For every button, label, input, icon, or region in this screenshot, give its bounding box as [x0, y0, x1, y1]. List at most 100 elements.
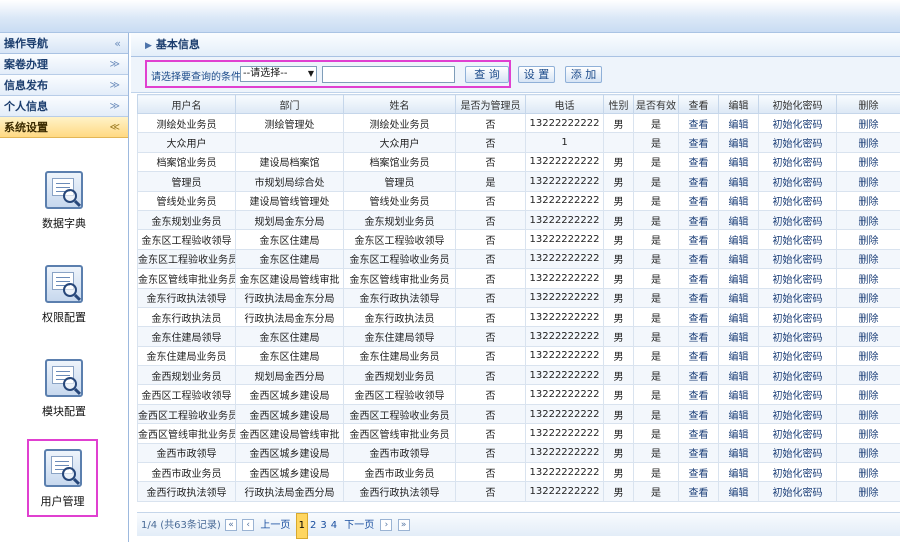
edit-link[interactable]: 编辑 — [718, 462, 759, 483]
edit-link[interactable]: 编辑 — [718, 403, 759, 425]
delete-link[interactable]: 删除 — [836, 268, 900, 289]
reset-password-link[interactable]: 初始化密码 — [758, 403, 837, 425]
reset-password-link[interactable]: 初始化密码 — [758, 365, 837, 386]
page-number-link[interactable]: 1 — [295, 513, 308, 539]
reset-password-link[interactable]: 初始化密码 — [758, 132, 837, 153]
sidebar-item-settings[interactable]: 系统设置 ≪ — [0, 117, 128, 138]
prev-page-link[interactable]: 上一页 — [258, 514, 292, 538]
edit-link[interactable]: 编辑 — [718, 209, 759, 231]
delete-link[interactable]: 删除 — [836, 423, 900, 444]
view-link[interactable]: 查看 — [678, 209, 719, 231]
page-number-link[interactable]: 4 — [329, 514, 339, 538]
edit-link[interactable]: 编辑 — [718, 326, 759, 347]
edit-link[interactable]: 编辑 — [718, 132, 759, 153]
delete-link[interactable]: 删除 — [836, 190, 900, 211]
reset-password-link[interactable]: 初始化密码 — [758, 423, 837, 444]
view-link[interactable]: 查看 — [678, 287, 719, 308]
delete-link[interactable]: 删除 — [836, 132, 900, 153]
add-button[interactable]: 添 加 — [565, 66, 602, 83]
sidebar-item-cases[interactable]: 案卷办理 ≫ — [0, 54, 128, 75]
reset-password-link[interactable]: 初始化密码 — [758, 229, 837, 250]
edit-link[interactable]: 编辑 — [718, 112, 759, 134]
view-link[interactable]: 查看 — [678, 190, 719, 211]
delete-link[interactable]: 删除 — [836, 112, 900, 134]
edit-link[interactable]: 编辑 — [718, 171, 759, 192]
reset-password-link[interactable]: 初始化密码 — [758, 287, 837, 308]
view-link[interactable]: 查看 — [678, 365, 719, 386]
edit-link[interactable]: 编辑 — [718, 287, 759, 308]
reset-password-link[interactable]: 初始化密码 — [758, 209, 837, 231]
reset-password-link[interactable]: 初始化密码 — [758, 345, 837, 367]
delete-link[interactable]: 删除 — [836, 209, 900, 231]
reset-password-link[interactable]: 初始化密码 — [758, 462, 837, 483]
reset-password-link[interactable]: 初始化密码 — [758, 442, 837, 464]
reset-password-link[interactable]: 初始化密码 — [758, 190, 837, 211]
delete-link[interactable]: 删除 — [836, 345, 900, 367]
reset-password-link[interactable]: 初始化密码 — [758, 481, 837, 502]
delete-link[interactable]: 删除 — [836, 326, 900, 347]
view-link[interactable]: 查看 — [678, 151, 719, 173]
view-link[interactable]: 查看 — [678, 423, 719, 444]
edit-link[interactable]: 编辑 — [718, 384, 759, 405]
edit-link[interactable]: 编辑 — [718, 423, 759, 444]
view-link[interactable]: 查看 — [678, 229, 719, 250]
view-link[interactable]: 查看 — [678, 462, 719, 483]
delete-link[interactable]: 删除 — [836, 171, 900, 192]
tool-user-management[interactable]: 用户管理 — [27, 439, 98, 517]
edit-link[interactable]: 编辑 — [718, 190, 759, 211]
edit-link[interactable]: 编辑 — [718, 345, 759, 367]
next-page-button[interactable]: › — [380, 519, 393, 531]
delete-link[interactable]: 删除 — [836, 287, 900, 308]
edit-link[interactable]: 编辑 — [718, 442, 759, 464]
edit-link[interactable]: 编辑 — [718, 151, 759, 173]
delete-link[interactable]: 删除 — [836, 384, 900, 405]
view-link[interactable]: 查看 — [678, 481, 719, 502]
collapse-icon[interactable]: « — [114, 33, 121, 54]
edit-link[interactable]: 编辑 — [718, 481, 759, 502]
reset-password-link[interactable]: 初始化密码 — [758, 268, 837, 289]
view-link[interactable]: 查看 — [678, 345, 719, 367]
tool-permissions[interactable]: 权限配置 — [24, 265, 104, 325]
page-number-link[interactable]: 3 — [318, 514, 328, 538]
reset-button[interactable]: 设 置 — [518, 66, 555, 83]
view-link[interactable]: 查看 — [678, 268, 719, 289]
next-page-link[interactable]: 下一页 — [342, 514, 376, 538]
edit-link[interactable]: 编辑 — [718, 248, 759, 270]
last-page-button[interactable]: » — [397, 519, 410, 531]
edit-link[interactable]: 编辑 — [718, 306, 759, 328]
delete-link[interactable]: 删除 — [836, 365, 900, 386]
first-page-button[interactable]: « — [225, 519, 237, 531]
edit-link[interactable]: 编辑 — [718, 268, 759, 289]
reset-password-link[interactable]: 初始化密码 — [758, 384, 837, 405]
sidebar-item-profile[interactable]: 个人信息 ≫ — [0, 96, 128, 117]
delete-link[interactable]: 删除 — [836, 442, 900, 464]
view-link[interactable]: 查看 — [678, 112, 719, 134]
query-button[interactable]: 查 询 — [465, 66, 509, 83]
view-link[interactable]: 查看 — [678, 306, 719, 328]
condition-select[interactable]: --请选择-- ▼ — [240, 66, 317, 82]
reset-password-link[interactable]: 初始化密码 — [758, 112, 837, 134]
view-link[interactable]: 查看 — [678, 403, 719, 425]
delete-link[interactable]: 删除 — [836, 248, 900, 270]
reset-password-link[interactable]: 初始化密码 — [758, 171, 837, 192]
reset-password-link[interactable]: 初始化密码 — [758, 151, 837, 173]
delete-link[interactable]: 删除 — [836, 306, 900, 328]
view-link[interactable]: 查看 — [678, 248, 719, 270]
delete-link[interactable]: 删除 — [836, 151, 900, 173]
edit-link[interactable]: 编辑 — [718, 229, 759, 250]
tool-data-dictionary[interactable]: 数据字典 — [24, 171, 104, 231]
reset-password-link[interactable]: 初始化密码 — [758, 248, 837, 270]
page-number-link[interactable]: 2 — [308, 514, 318, 538]
delete-link[interactable]: 删除 — [836, 229, 900, 250]
prev-page-button[interactable]: ‹ — [242, 519, 255, 531]
delete-link[interactable]: 删除 — [836, 462, 900, 483]
reset-password-link[interactable]: 初始化密码 — [758, 306, 837, 328]
view-link[interactable]: 查看 — [678, 326, 719, 347]
reset-password-link[interactable]: 初始化密码 — [758, 326, 837, 347]
search-input[interactable] — [322, 66, 455, 83]
edit-link[interactable]: 编辑 — [718, 365, 759, 386]
view-link[interactable]: 查看 — [678, 442, 719, 464]
delete-link[interactable]: 删除 — [836, 481, 900, 502]
view-link[interactable]: 查看 — [678, 384, 719, 405]
tool-modules[interactable]: 模块配置 — [24, 359, 104, 419]
